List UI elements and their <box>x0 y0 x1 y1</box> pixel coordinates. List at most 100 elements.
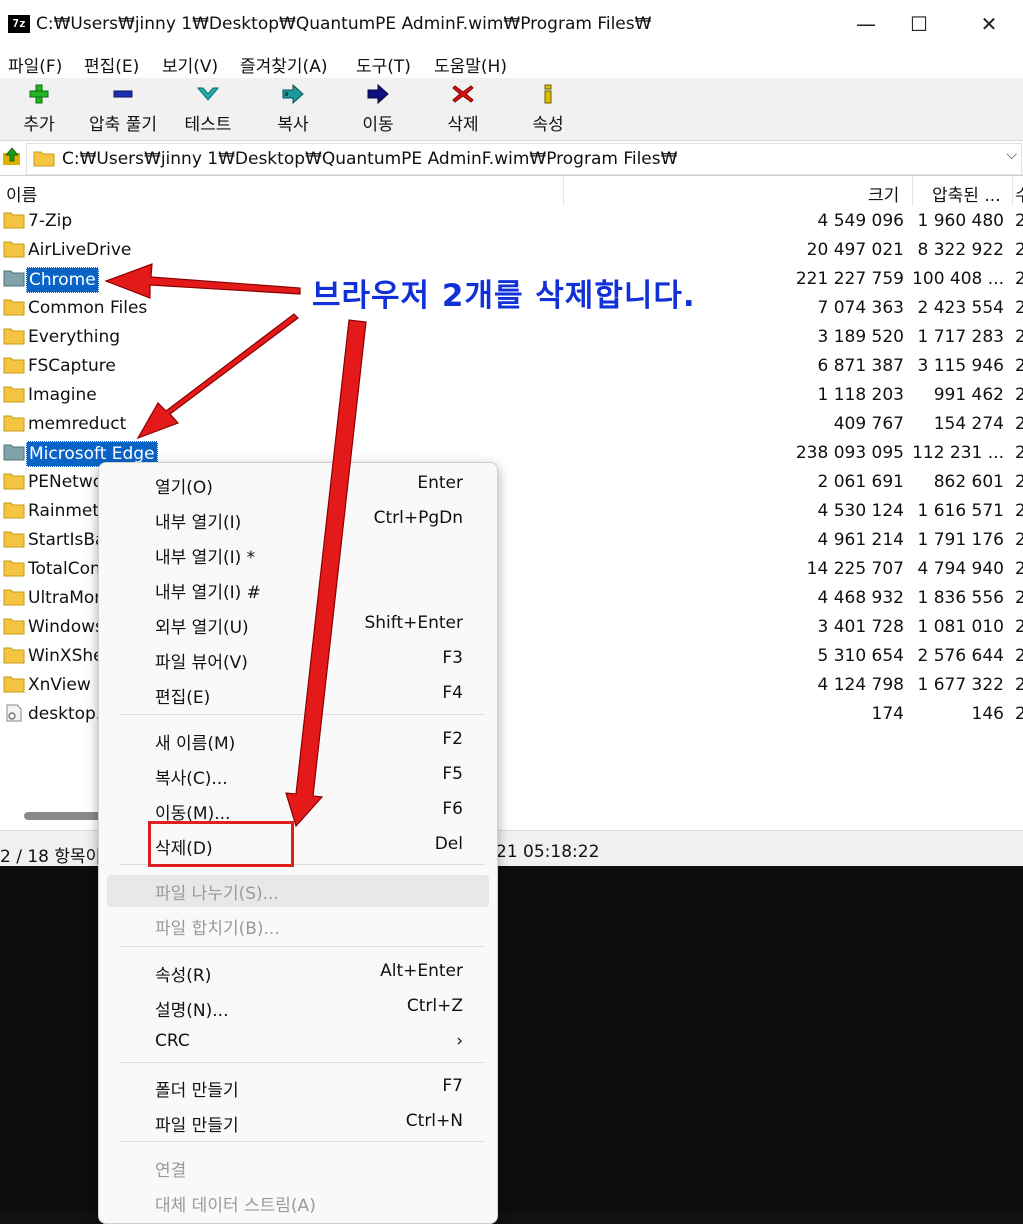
column-packed-size[interactable]: 압축된 ... <box>932 181 1001 206</box>
folder-icon <box>3 618 25 635</box>
column-name[interactable]: 이름 <box>6 181 37 206</box>
toolbar: 추가 압축 풀기 테스트 복사 이동 삭제 속성 <box>0 78 1023 141</box>
copy-button[interactable]: 복사 <box>262 78 324 140</box>
menu-help[interactable]: 도움말(H) <box>434 52 507 77</box>
file-name[interactable]: WinXShe <box>26 644 106 668</box>
extract-label: 압축 풀기 <box>89 115 157 135</box>
file-name[interactable]: Imagine <box>26 383 99 407</box>
file-packed-size: 1 960 480 <box>917 211 1004 231</box>
file-extra-column: 2 <box>1015 269 1023 289</box>
file-extra-column: 2 <box>1015 704 1023 724</box>
context-menu-item[interactable]: 파일 만들기 Ctrl+N <box>107 1107 489 1139</box>
menu-separator <box>119 1141 485 1142</box>
folder-icon <box>3 531 25 548</box>
context-menu-item[interactable]: 외부 열기(U) Shift+Enter <box>107 609 489 641</box>
table-row[interactable]: memreduct 409 767 154 274 2 <box>0 410 1023 439</box>
file-size: 5 310 654 <box>817 646 904 666</box>
maximize-button[interactable]: ☐ <box>896 6 942 42</box>
column-extra[interactable]: 수 <box>1015 181 1023 206</box>
folder-icon <box>3 502 25 519</box>
extract-button[interactable]: 압축 풀기 <box>80 78 166 140</box>
context-menu-item[interactable]: 새 이름(M) F2 <box>107 725 489 757</box>
menu-file[interactable]: 파일(F) <box>8 52 62 77</box>
file-name[interactable]: FSCapture <box>26 354 118 378</box>
copy-label: 복사 <box>277 115 309 135</box>
file-name[interactable]: UltraMon <box>26 586 107 610</box>
file-packed-size: 112 231 ... <box>912 443 1004 463</box>
file-name[interactable]: desktop. <box>26 702 103 726</box>
context-menu-item[interactable]: 열기(O) Enter <box>107 469 489 501</box>
file-name[interactable]: TotalCon <box>26 557 103 581</box>
file-extra-column: 2 <box>1015 675 1023 695</box>
close-button[interactable]: ✕ <box>966 6 1012 42</box>
context-menu-item[interactable]: 복사(C)... F5 <box>107 760 489 792</box>
address-bar: C:₩Users₩jinny 1₩Desktop₩QuantumPE Admin… <box>0 141 1023 176</box>
file-name[interactable]: Chrome <box>26 267 99 293</box>
folder-icon <box>3 212 25 229</box>
table-row[interactable]: Imagine 1 118 203 991 462 2 <box>0 381 1023 410</box>
context-menu-item[interactable]: 내부 열기(I) # <box>107 574 489 606</box>
menu-edit[interactable]: 편집(E) <box>84 52 139 77</box>
table-row[interactable]: FSCapture 6 871 387 3 115 946 2 <box>0 352 1023 381</box>
context-menu-item[interactable]: CRC › <box>107 1027 489 1059</box>
menu-tools[interactable]: 도구(T) <box>356 52 411 77</box>
folder-up-icon[interactable] <box>2 147 22 167</box>
menu-favorites[interactable]: 즐겨찾기(A) <box>240 52 327 77</box>
delete-button[interactable]: 삭제 <box>432 78 494 140</box>
context-menu-item[interactable]: 내부 열기(I) Ctrl+PgDn <box>107 504 489 536</box>
file-name[interactable]: PENetwo <box>26 470 105 494</box>
column-divider[interactable] <box>1012 176 1013 206</box>
add-button[interactable]: 추가 <box>8 78 70 140</box>
file-extra-column: 2 <box>1015 356 1023 376</box>
menu-item-shortcut: › <box>456 1031 463 1051</box>
menu-item-label: 속성(R) <box>155 966 212 986</box>
file-name[interactable]: Windows <box>26 615 106 639</box>
context-menu-item[interactable]: 폴더 만들기 F7 <box>107 1072 489 1104</box>
file-packed-size: 1 717 283 <box>917 327 1004 347</box>
file-extra-column: 2 <box>1015 559 1023 579</box>
file-name[interactable]: 7-Zip <box>26 209 74 233</box>
column-divider[interactable] <box>912 176 913 206</box>
file-name[interactable]: StartIsBa <box>26 528 107 552</box>
file-name[interactable]: XnView <box>26 673 93 697</box>
file-packed-size: 100 408 ... <box>912 269 1004 289</box>
file-packed-size: 4 794 940 <box>917 559 1004 579</box>
context-menu-item[interactable]: 파일 뷰어(V) F3 <box>107 644 489 676</box>
minimize-button[interactable]: — <box>843 6 889 42</box>
table-row[interactable]: 7-Zip 4 549 096 1 960 480 2 <box>0 207 1023 236</box>
file-size: 1 118 203 <box>817 385 904 405</box>
table-row[interactable]: Everything 3 189 520 1 717 283 2 <box>0 323 1023 352</box>
context-menu-item: 파일 합치기(B)... <box>107 910 489 942</box>
context-menu-item[interactable]: 편집(E) F4 <box>107 679 489 711</box>
move-label: 이동 <box>362 115 394 135</box>
file-packed-size: 2 423 554 <box>917 298 1004 318</box>
table-row[interactable]: AirLiveDrive 20 497 021 8 322 922 2 <box>0 236 1023 265</box>
menu-item-shortcut: Alt+Enter <box>380 961 463 981</box>
folder-icon <box>3 299 25 316</box>
menu-item-shortcut: Shift+Enter <box>364 613 463 633</box>
file-name[interactable]: AirLiveDrive <box>26 238 133 262</box>
properties-button[interactable]: 속성 <box>516 78 580 140</box>
file-name[interactable]: memreduct <box>26 412 128 436</box>
column-divider[interactable] <box>563 176 564 206</box>
column-size[interactable]: 크기 <box>868 181 899 206</box>
file-name[interactable]: Everything <box>26 325 122 349</box>
file-packed-size: 8 322 922 <box>917 240 1004 260</box>
file-size: 238 093 095 <box>795 443 904 463</box>
move-button[interactable]: 이동 <box>346 78 410 140</box>
menu-view[interactable]: 보기(V) <box>162 52 218 77</box>
folder-icon <box>3 415 25 432</box>
path-input[interactable]: C:₩Users₩jinny 1₩Desktop₩QuantumPE Admin… <box>26 143 1022 175</box>
chevron-down-icon[interactable]: ⌵ <box>1006 147 1017 163</box>
context-menu-item[interactable]: 내부 열기(I) * <box>107 539 489 571</box>
test-button[interactable]: 테스트 <box>176 78 240 140</box>
menu-item-shortcut: Del <box>434 834 463 854</box>
file-size: 174 <box>871 704 904 724</box>
context-menu-item[interactable]: 설명(N)... Ctrl+Z <box>107 992 489 1024</box>
file-packed-size: 862 601 <box>933 472 1004 492</box>
info-icon <box>544 84 552 104</box>
folder-icon <box>3 357 25 374</box>
window-title: C:₩Users₩jinny 1₩Desktop₩QuantumPE Admin… <box>36 14 652 34</box>
file-name[interactable]: Common Files <box>26 296 149 320</box>
context-menu-item[interactable]: 속성(R) Alt+Enter <box>107 957 489 989</box>
